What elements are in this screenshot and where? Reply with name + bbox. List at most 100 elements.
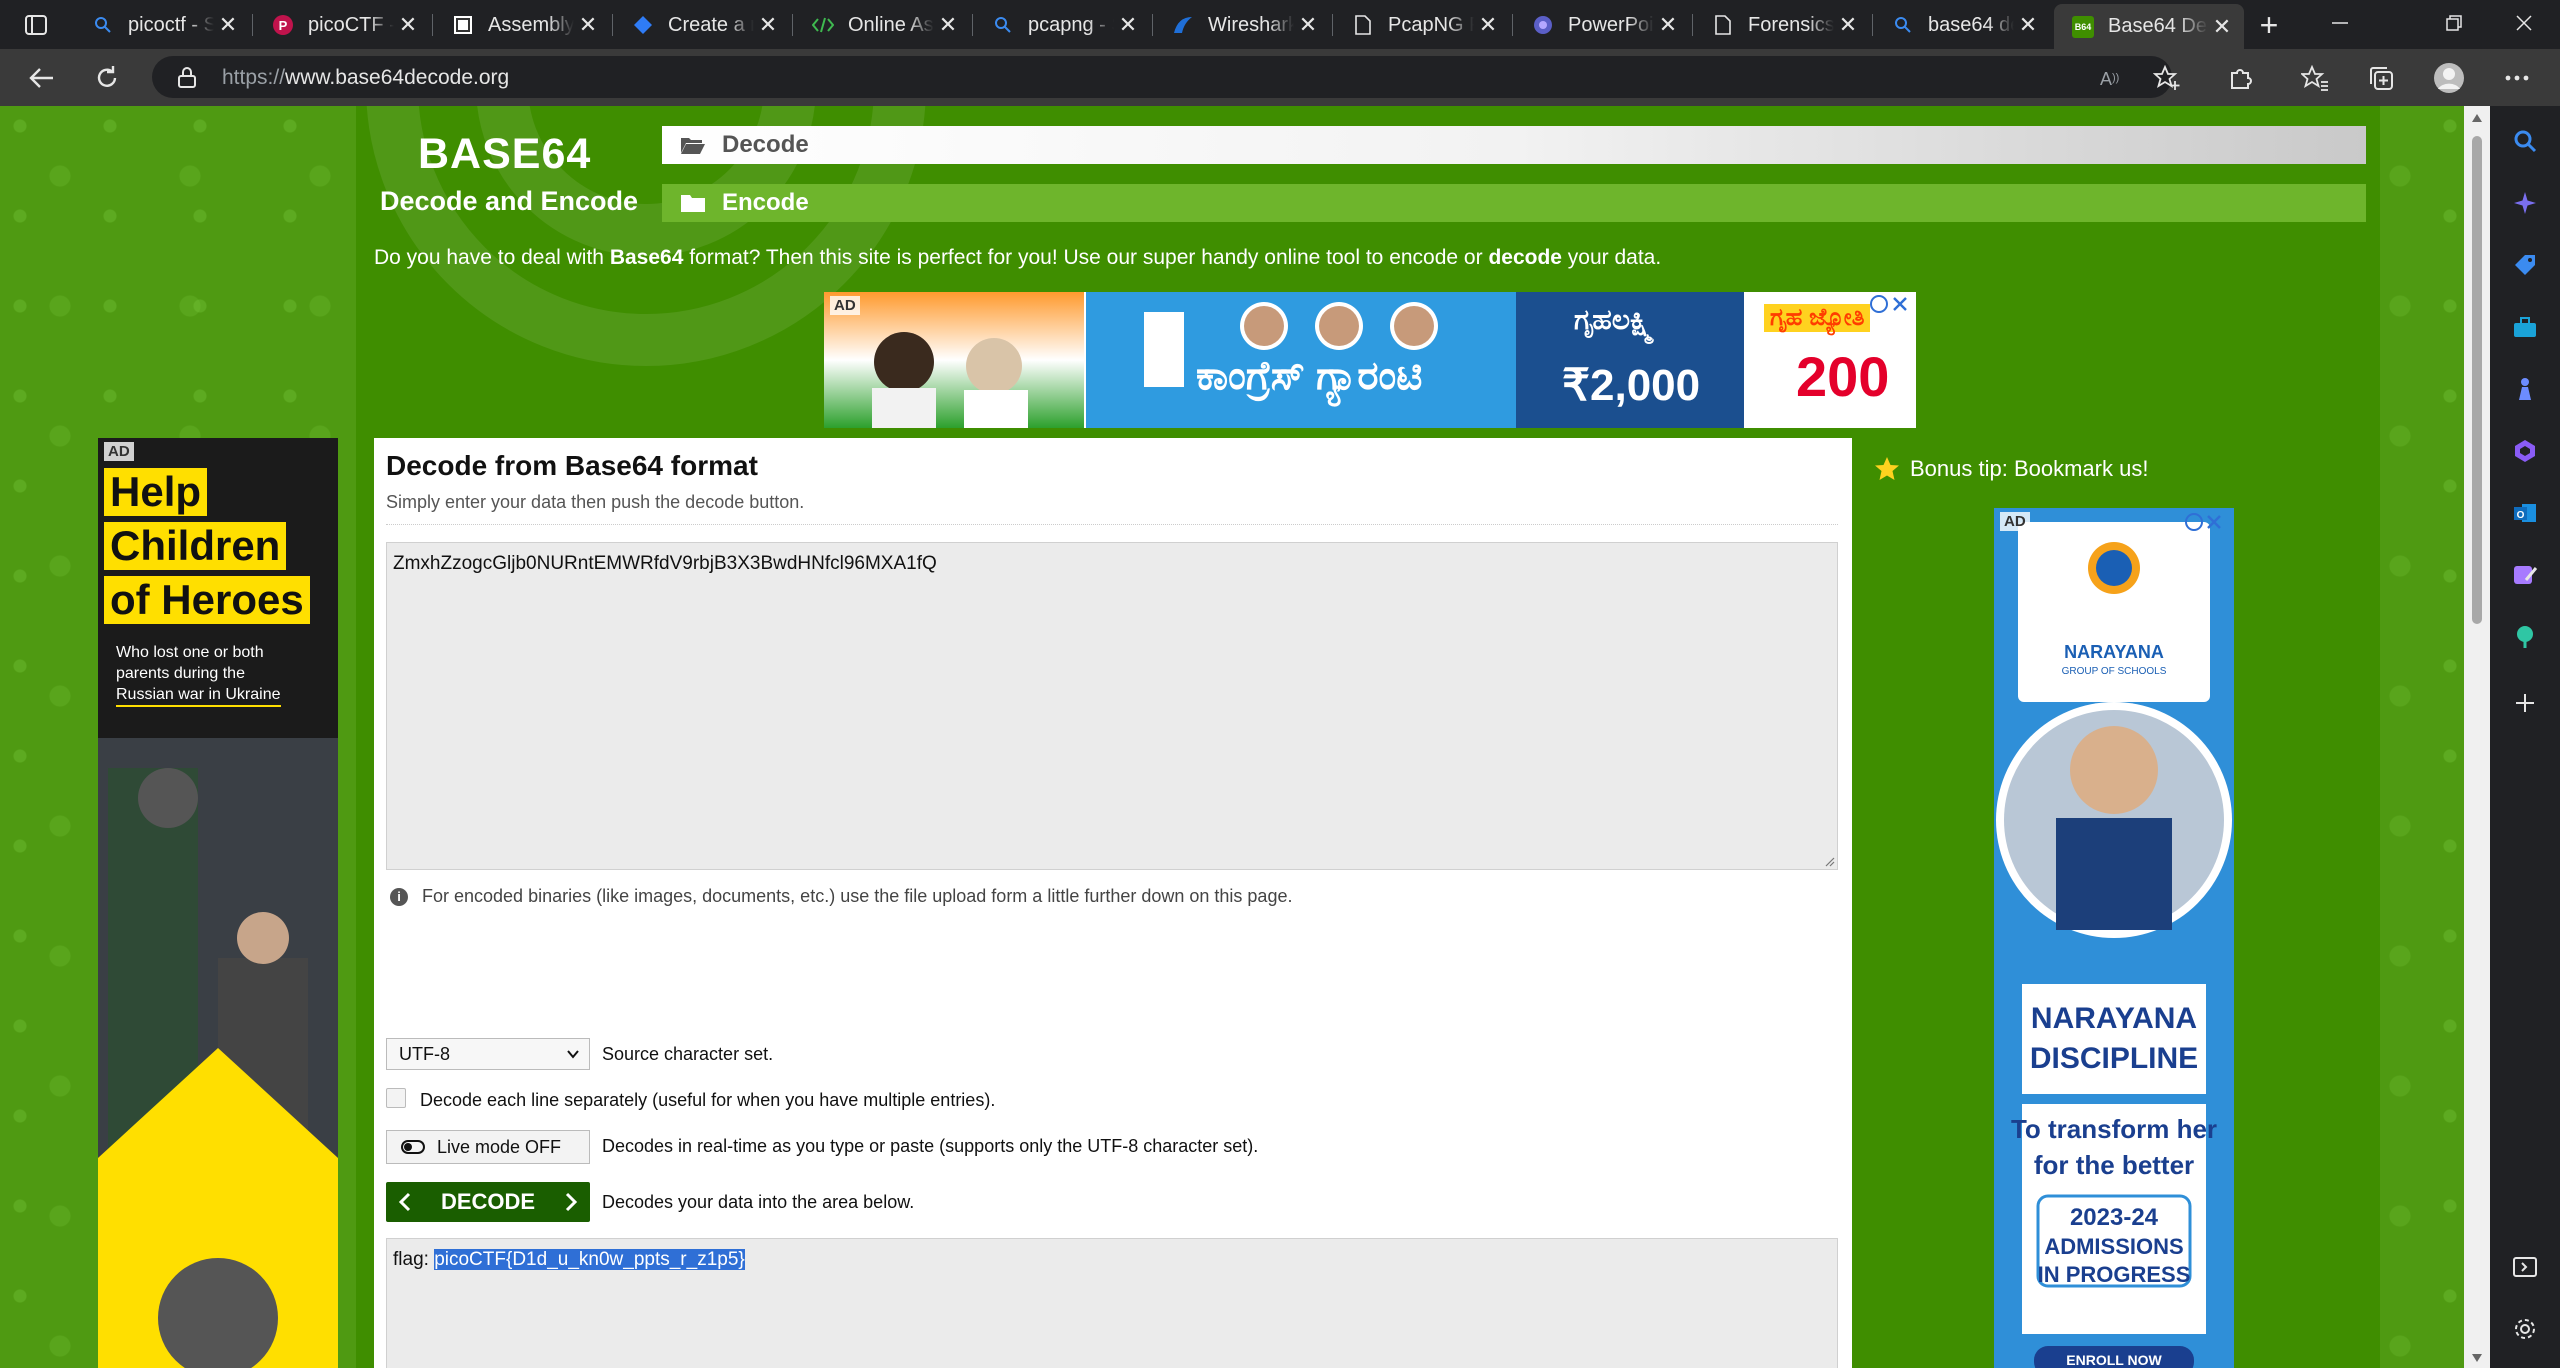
new-tab-button[interactable]: + xyxy=(2252,7,2286,43)
close-icon[interactable]: ✕ xyxy=(574,11,602,39)
minimize-button[interactable] xyxy=(2304,0,2376,46)
close-window-button[interactable] xyxy=(2488,0,2560,46)
close-icon[interactable]: ✕ xyxy=(214,11,242,39)
base64-input-textarea[interactable]: ZmxhZzogcGljb0NURntEMWRfdV9rbjB3X3BwdHNf… xyxy=(386,542,1838,870)
tab-picoctf-search[interactable]: picoctf - Search ✕ xyxy=(74,4,250,46)
tab-title: Assembly xyxy=(488,13,574,36)
close-icon[interactable]: ✕ xyxy=(754,11,782,39)
tab-separator xyxy=(1512,14,1513,36)
extensions-button[interactable] xyxy=(2222,59,2260,97)
ad-body-line: Who lost one or both xyxy=(116,644,264,661)
scroll-up-icon[interactable] xyxy=(2471,112,2483,124)
close-icon[interactable]: ✕ xyxy=(394,11,422,39)
tab-separator xyxy=(432,14,433,36)
outlook-icon: O xyxy=(2514,504,2536,522)
page-icon xyxy=(1352,14,1374,36)
sidebar-copilot-button[interactable] xyxy=(2510,188,2540,218)
tab-title: PcapNG File Format xyxy=(1388,13,1474,36)
ad-scheme1-title: ಗೃಹಲಕ್ಷ್ಮಿ xyxy=(1574,304,1654,335)
tab-pcapng-format[interactable]: PcapNG File Format ✕ xyxy=(1334,4,1510,46)
close-icon[interactable]: ✕ xyxy=(1114,11,1142,39)
bonus-tip[interactable]: Bonus tip: Bookmark us! xyxy=(1874,456,2148,482)
close-icon[interactable]: ✕ xyxy=(2014,11,2042,39)
tab-title: pcapng - Search xyxy=(1028,13,1114,36)
plus-icon xyxy=(2516,694,2534,712)
close-icon[interactable]: ✕ xyxy=(934,11,962,39)
search-icon xyxy=(92,14,114,36)
sidebar-tools-button[interactable] xyxy=(2510,312,2540,342)
ad-brand-sub: GROUP OF SCHOOLS xyxy=(2061,666,2167,677)
ad-cta: ENROLL NOW xyxy=(2066,1352,2162,1368)
resize-grip-icon[interactable] xyxy=(1823,855,1835,867)
output-selected-text[interactable]: picoCTF{D1d_u_kn0w_ppts_r_z1p5} xyxy=(434,1249,745,1270)
decode-button[interactable]: DECODE xyxy=(386,1182,590,1222)
close-icon[interactable]: ✕ xyxy=(1474,11,1502,39)
charset-label: Source character set. xyxy=(602,1044,774,1064)
sidebar-designer-button[interactable] xyxy=(2510,560,2540,590)
sidebar-outlook-button[interactable]: O xyxy=(2510,498,2540,528)
decode-lines-checkbox[interactable] xyxy=(386,1088,406,1108)
read-aloud-button[interactable]: A)) xyxy=(2092,59,2130,97)
top-banner-ad[interactable]: AD ಕಾಂಗ್ರೆಸ್ ಗ್ಯಾರಂಟಿ ಗೃಹಲಕ್ಷ್ಮಿ ₹2,000 … xyxy=(824,292,1916,428)
collections-button[interactable] xyxy=(2362,59,2400,97)
tab-assembly[interactable]: Assembly ✕ xyxy=(434,4,610,46)
page-scrollbar[interactable] xyxy=(2464,106,2490,1368)
restore-button[interactable] xyxy=(2418,0,2490,46)
live-mode-toggle[interactable]: Live mode OFF xyxy=(386,1130,590,1164)
site-logo-title[interactable]: BASE64 xyxy=(418,130,591,179)
nav-decode[interactable]: Decode xyxy=(662,126,2366,164)
address-bar[interactable]: https://www.base64decode.org xyxy=(152,56,2172,98)
favorites-button[interactable] xyxy=(2296,59,2334,97)
ad-headline-line: Help xyxy=(104,468,208,516)
url-text[interactable]: https://www.base64decode.org xyxy=(222,66,509,90)
sidebar-search-button[interactable] xyxy=(2510,126,2540,156)
output-prefix: flag: xyxy=(393,1249,435,1270)
scroll-down-icon[interactable] xyxy=(2471,1352,2483,1364)
close-icon[interactable]: ✕ xyxy=(1834,11,1862,39)
sidebar-add-button[interactable] xyxy=(2510,688,2540,718)
sidebar-hide-button[interactable] xyxy=(2510,1252,2540,1282)
tab-create-new[interactable]: Create a new ✕ xyxy=(614,4,790,46)
tab-forensics[interactable]: Forensics ✕ xyxy=(1694,4,1870,46)
sidebar-settings-button[interactable] xyxy=(2510,1314,2540,1344)
tab-powerpoint[interactable]: PowerPoint ✕ xyxy=(1514,4,1690,46)
tab-base64-search[interactable]: base64 decode ✕ xyxy=(1874,4,2050,46)
close-icon[interactable]: ✕ xyxy=(2208,13,2236,41)
charset-value: UTF-8 xyxy=(399,1043,450,1064)
sidebar-games-button[interactable] xyxy=(2510,374,2540,404)
live-mode-label: Live mode OFF xyxy=(437,1136,562,1157)
charset-select[interactable]: UTF-8 xyxy=(386,1038,590,1070)
chess-icon xyxy=(2519,378,2531,400)
wireshark-icon xyxy=(1172,14,1194,36)
settings-more-button[interactable] xyxy=(2498,59,2536,97)
refresh-button[interactable] xyxy=(88,59,126,97)
scrollbar-thumb[interactable] xyxy=(2472,136,2482,624)
tab-picoctf-picogym[interactable]: P picoCTF - picoGym ✕ xyxy=(254,4,430,46)
sidebar-shopping-button[interactable] xyxy=(2510,250,2540,280)
tab-online-assembler[interactable]: Online Assembler ✕ xyxy=(794,4,970,46)
nav-encode-label: Encode xyxy=(722,189,809,216)
profile-button[interactable] xyxy=(2430,59,2468,97)
tab-actions-button[interactable] xyxy=(14,10,58,40)
sidebar-m365-button[interactable] xyxy=(2510,436,2540,466)
decoded-output-textarea[interactable]: flag: picoCTF{D1d_u_kn0w_ppts_r_z1p5} xyxy=(386,1238,1838,1368)
add-favorite-button[interactable] xyxy=(2148,59,2186,97)
close-icon[interactable]: ✕ xyxy=(1294,11,1322,39)
right-skyscraper-ad[interactable]: AD NARAYANA GROUP OF SCHOOLS NARAYANA DI… xyxy=(1994,508,2234,1368)
intro-text-bold: decode xyxy=(1488,246,1562,269)
jira-icon xyxy=(632,14,654,36)
designer-icon xyxy=(2514,566,2538,584)
close-icon[interactable]: ✕ xyxy=(1654,11,1682,39)
nav-encode[interactable]: Encode xyxy=(662,184,2366,222)
left-skyscraper-ad[interactable]: AD Help Children of Heroes Who lost one … xyxy=(98,438,338,1368)
lock-icon[interactable] xyxy=(176,66,198,88)
decode-lines-label[interactable]: Decode each line separately (useful for … xyxy=(420,1090,995,1111)
tab-pcapng-search[interactable]: pcapng - Search ✕ xyxy=(974,4,1150,46)
ad-label: AD xyxy=(104,442,134,461)
back-button[interactable] xyxy=(22,59,60,97)
sidebar-drop-button[interactable] xyxy=(2510,622,2540,652)
tab-wireshark[interactable]: Wireshark ✕ xyxy=(1154,4,1330,46)
tab-base64-decode[interactable]: B64 Base64 Decode ✕ xyxy=(2054,4,2244,49)
toolbox-icon xyxy=(2514,317,2536,337)
svg-text:)): )) xyxy=(2112,72,2119,84)
